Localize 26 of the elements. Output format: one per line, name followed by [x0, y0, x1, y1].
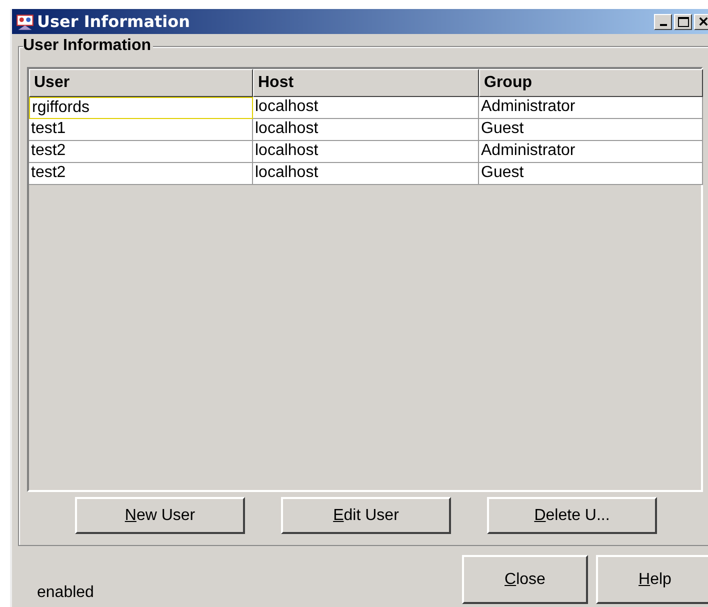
close-window-button[interactable] — [694, 14, 708, 30]
action-button[interactable]: New User — [75, 497, 245, 534]
table-cell[interactable]: Guest — [479, 119, 703, 141]
action-button[interactable]: Edit User — [281, 497, 451, 534]
dialog-button[interactable]: Help — [596, 555, 708, 604]
table-cell[interactable]: test2 — [29, 141, 253, 163]
table-cell[interactable]: Administrator — [479, 141, 703, 163]
minimize-button[interactable] — [654, 14, 672, 30]
column-header[interactable]: User — [29, 69, 253, 97]
maximize-button[interactable] — [674, 14, 692, 30]
dialog-button[interactable]: Close — [462, 555, 588, 604]
app-icon — [16, 12, 34, 30]
table-cell[interactable]: test1 — [29, 119, 253, 141]
status-text: enabled — [37, 584, 94, 602]
window-title: User Information — [37, 12, 191, 31]
table-cell[interactable]: rgiffords — [29, 97, 253, 119]
table-cell[interactable]: localhost — [253, 141, 479, 163]
table-cell[interactable]: localhost — [253, 119, 479, 141]
table-cell[interactable]: test2 — [29, 163, 253, 185]
table-cell[interactable]: Administrator — [479, 97, 703, 119]
table-cell[interactable]: Guest — [479, 163, 703, 185]
table-cell[interactable]: localhost — [253, 97, 479, 119]
table-cell[interactable]: localhost — [253, 163, 479, 185]
column-header[interactable]: Host — [253, 69, 479, 97]
column-header[interactable]: Group — [479, 69, 703, 97]
action-button[interactable]: Delete U... — [487, 497, 657, 534]
